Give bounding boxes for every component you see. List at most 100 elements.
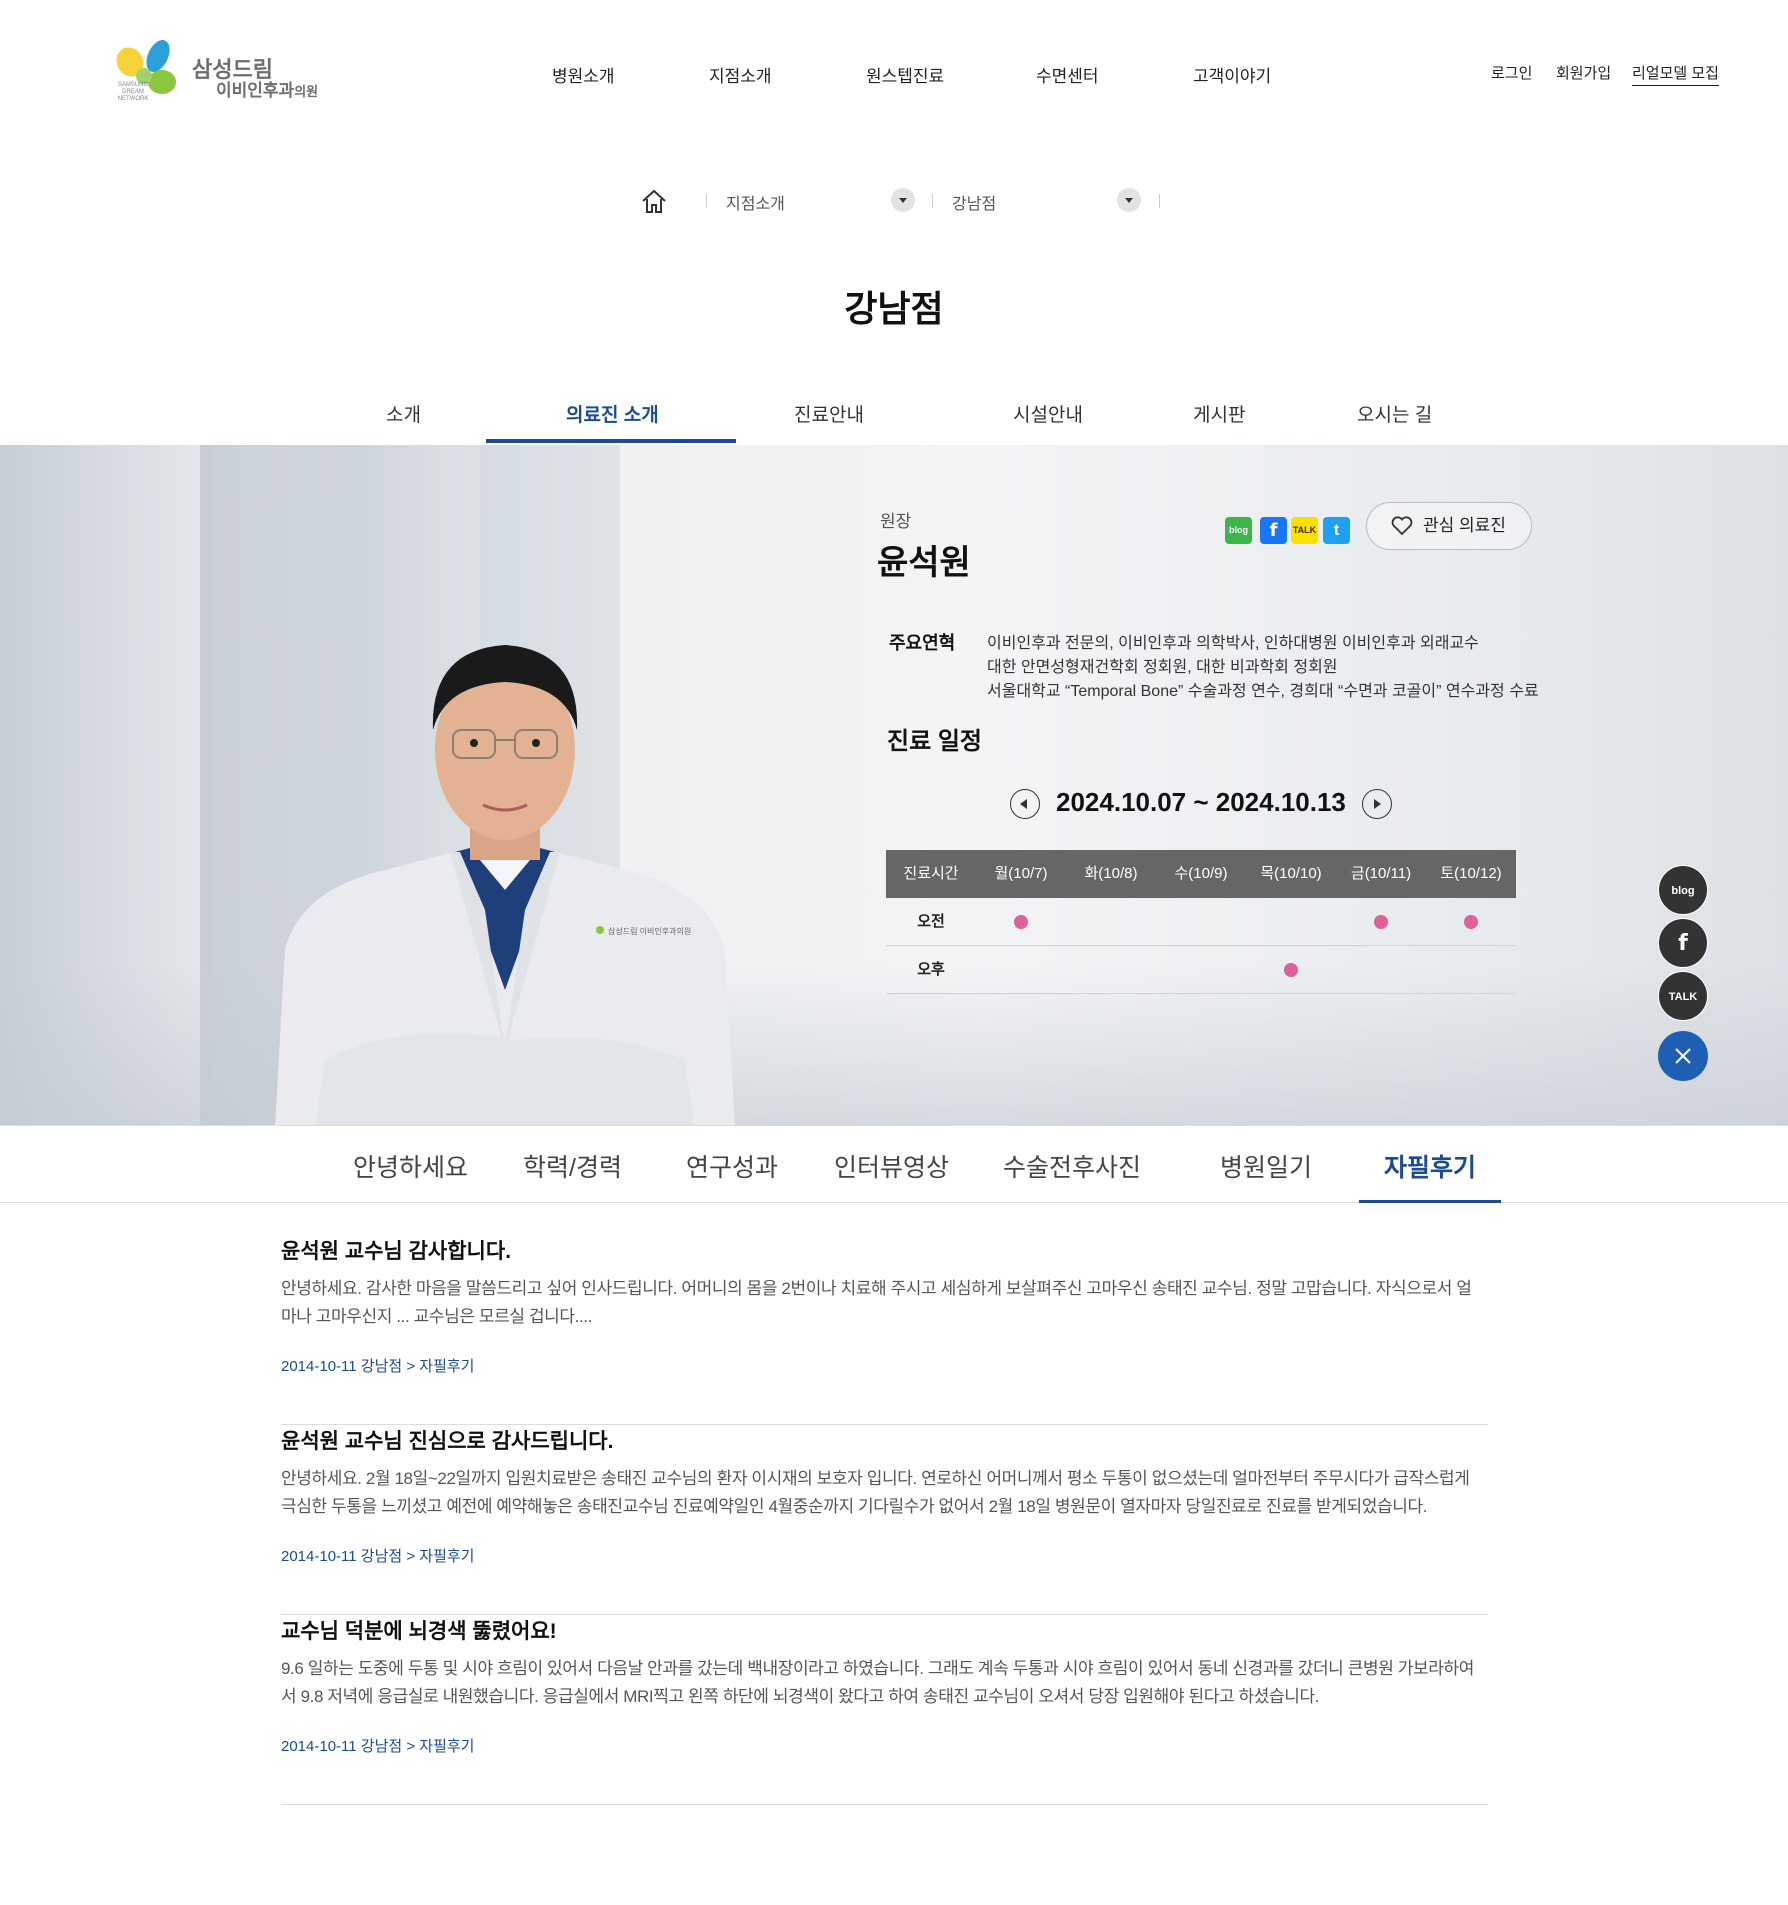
- subtab-interview[interactable]: 인터뷰영상: [834, 1148, 949, 1184]
- subtab-greeting[interactable]: 안녕하세요: [353, 1148, 468, 1184]
- career-line: 대한 안면성형재건학회 정회원, 대한 비과학회 정회원: [987, 659, 1338, 676]
- review-meta: 2014-10-11 강남점 > 자필후기: [281, 1738, 475, 1755]
- doctor-photo: 삼성드림 이비인후과의원: [275, 645, 735, 1125]
- career-line: 서울대학교 “Temporal Bone” 수술과정 연수, 경희대 “수면과 …: [987, 683, 1539, 700]
- schedule-slot: [1426, 898, 1516, 945]
- career-label: 주요연혁: [889, 633, 956, 653]
- review-excerpt: 안녕하세요. 감사한 마음을 말씀드리고 싶어 인사드립니다. 어머니의 몸을 …: [281, 1279, 1472, 1326]
- schedule-slot: [1066, 946, 1156, 993]
- breadcrumb-divider: [706, 194, 707, 208]
- close-icon: [1675, 1048, 1691, 1064]
- schedule-row: 오후: [886, 946, 1516, 994]
- review-item[interactable]: 윤석원 교수님 감사합니다. 안녕하세요. 감사한 마음을 말씀드리고 싶어 인…: [281, 1235, 1488, 1425]
- schedule-date-range: 2024.10.07 ~ 2024.10.13: [1056, 787, 1346, 817]
- quick-facebook-icon[interactable]: f: [1658, 918, 1708, 968]
- favorite-doctor-button[interactable]: 관심 의료진: [1366, 502, 1532, 550]
- next-week-button[interactable]: [1362, 789, 1392, 819]
- model-recruit-link[interactable]: 리얼모델 모집: [1632, 62, 1719, 86]
- tab-facility[interactable]: 시설안내: [1013, 400, 1083, 427]
- review-title[interactable]: 교수님 덕분에 뇌경색 뚫렸어요!: [281, 1615, 557, 1645]
- gnb-item-sleep[interactable]: 수면센터: [1036, 62, 1099, 87]
- active-subtab-indicator: [1359, 1200, 1501, 1203]
- join-link[interactable]: 회원가입: [1556, 62, 1611, 83]
- review-item[interactable]: 교수님 덕분에 뇌경색 뚫렸어요! 9.6 일하는 도중에 두통 및 시야 흐림…: [281, 1615, 1488, 1805]
- available-dot: [1014, 915, 1028, 930]
- schedule-row-label: 오전: [917, 913, 945, 930]
- home-icon[interactable]: [640, 188, 668, 214]
- schedule-header-cell: 금(10/11): [1350, 865, 1412, 882]
- coat-logo-text: 삼성드림 이비인후과의원: [608, 926, 691, 936]
- career-line: 이비인후과 전문의, 이비인후과 의학박사, 인하대병원 이비인후과 외래교수: [987, 635, 1479, 652]
- doctor-role: 원장: [880, 512, 912, 531]
- subtab-before-after[interactable]: 수술전후사진: [1003, 1148, 1141, 1184]
- schedule-header-cell: 화(10/8): [1084, 865, 1138, 882]
- review-excerpt: 안녕하세요. 2월 18일~22일까지 입원치료받은 송태진 교수님의 환자 이…: [281, 1469, 1470, 1516]
- schedule-slot: [1246, 946, 1336, 993]
- schedule-header-cell: 월(10/7): [994, 865, 1048, 882]
- favorite-doctor-label: 관심 의료진: [1423, 516, 1506, 535]
- chevron-down-icon[interactable]: [1117, 188, 1141, 212]
- review-item[interactable]: 윤석원 교수님 진심으로 감사드립니다. 안녕하세요. 2월 18일~22일까지…: [281, 1425, 1488, 1615]
- prev-week-button[interactable]: [1010, 789, 1040, 819]
- breadcrumb-location-menu[interactable]: 강남점: [952, 190, 996, 214]
- subtab-handwritten-reviews[interactable]: 자필후기: [1384, 1148, 1476, 1184]
- schedule-slot: [1156, 898, 1246, 945]
- quick-blog-icon[interactable]: blog: [1658, 865, 1708, 915]
- gnb-item-hospital[interactable]: 병원소개: [552, 62, 615, 87]
- doctor-subtabs: 안녕하세요 학력/경력 연구성과 인터뷰영상 수술전후사진 병원일기 자필후기: [0, 1125, 1788, 1203]
- chevron-down-icon[interactable]: [891, 188, 915, 212]
- page-title: 강남점: [844, 288, 944, 329]
- schedule-slot: [1336, 898, 1426, 945]
- header: 삼성드림 이비인후과의원 SAMSUNG DREAM NETWORK 병원소개 …: [0, 0, 1788, 140]
- schedule-slot: [1156, 946, 1246, 993]
- logo-subtitle: 이비인후과의원: [216, 81, 319, 100]
- tab-board[interactable]: 게시판: [1193, 400, 1245, 427]
- tab-treatment[interactable]: 진료안내: [794, 400, 864, 427]
- schedule-slot: [1336, 946, 1426, 993]
- quick-menu-close-button[interactable]: [1658, 1031, 1708, 1081]
- branch-tabs: 소개 의료진 소개 진료안내 시설안내 게시판 오시는 길: [0, 390, 1788, 445]
- logo-network-text: SAMSUNG DREAM NETWORK: [117, 82, 149, 102]
- review-meta: 2014-10-11 강남점 > 자필후기: [281, 1548, 475, 1565]
- quick-kakaotalk-icon[interactable]: TALK: [1658, 971, 1708, 1021]
- schedule-table: 진료시간 월(10/7) 화(10/8) 수(10/9) 목(10/10) 금(…: [886, 850, 1516, 994]
- tab-intro[interactable]: 소개: [386, 400, 421, 427]
- gnb-item-branch[interactable]: 지점소개: [709, 62, 772, 87]
- available-dot: [1284, 963, 1298, 978]
- tab-directions[interactable]: 오시는 길: [1357, 400, 1432, 427]
- subtab-diary[interactable]: 병원일기: [1220, 1148, 1312, 1184]
- schedule-slot: [976, 946, 1066, 993]
- kakaotalk-share-icon[interactable]: TALK: [1291, 517, 1318, 544]
- heart-icon: [1391, 516, 1413, 536]
- review-excerpt: 9.6 일하는 도중에 두통 및 시야 흐림이 있어서 다음날 안과를 갔는데 …: [281, 1659, 1474, 1706]
- twitter-share-icon[interactable]: t: [1323, 517, 1350, 544]
- review-title[interactable]: 윤석원 교수님 진심으로 감사드립니다.: [281, 1425, 613, 1455]
- schedule-header-row: 진료시간 월(10/7) 화(10/8) 수(10/9) 목(10/10) 금(…: [886, 850, 1516, 898]
- schedule-slot: [976, 898, 1066, 945]
- gnb-item-customer[interactable]: 고객이야기: [1193, 62, 1271, 87]
- gnb-item-onestep[interactable]: 원스텝진료: [866, 62, 944, 87]
- facebook-share-icon[interactable]: f: [1260, 517, 1287, 544]
- breadcrumb-divider: [1159, 194, 1160, 208]
- available-dot: [1374, 915, 1388, 930]
- schedule-header-cell: 수(10/9): [1174, 865, 1228, 882]
- schedule-row-label: 오후: [917, 961, 945, 978]
- logo[interactable]: 삼성드림 이비인후과의원 SAMSUNG DREAM NETWORK: [108, 36, 328, 102]
- schedule-slot: [1246, 898, 1336, 945]
- doctor-hero: 삼성드림 이비인후과의원 원장 윤석원 blog f TALK t 관심 의료진…: [0, 445, 1788, 1125]
- active-tab-indicator: [486, 439, 736, 443]
- available-dot: [1464, 915, 1478, 930]
- review-title[interactable]: 윤석원 교수님 감사합니다.: [281, 1235, 511, 1265]
- subtab-career[interactable]: 학력/경력: [523, 1148, 622, 1184]
- schedule-row: 오전: [886, 898, 1516, 946]
- subtab-research[interactable]: 연구성과: [686, 1148, 778, 1184]
- schedule-header-cell: 진료시간: [903, 865, 959, 882]
- schedule-slot: [1066, 898, 1156, 945]
- tab-doctors[interactable]: 의료진 소개: [566, 400, 659, 427]
- schedule-slot: [1426, 946, 1516, 993]
- review-meta: 2014-10-11 강남점 > 자필후기: [281, 1358, 475, 1375]
- blog-share-icon[interactable]: blog: [1225, 517, 1252, 544]
- login-link[interactable]: 로그인: [1491, 62, 1532, 83]
- breadcrumb-branch-menu[interactable]: 지점소개: [726, 190, 785, 214]
- schedule-header-cell: 토(10/12): [1440, 865, 1502, 882]
